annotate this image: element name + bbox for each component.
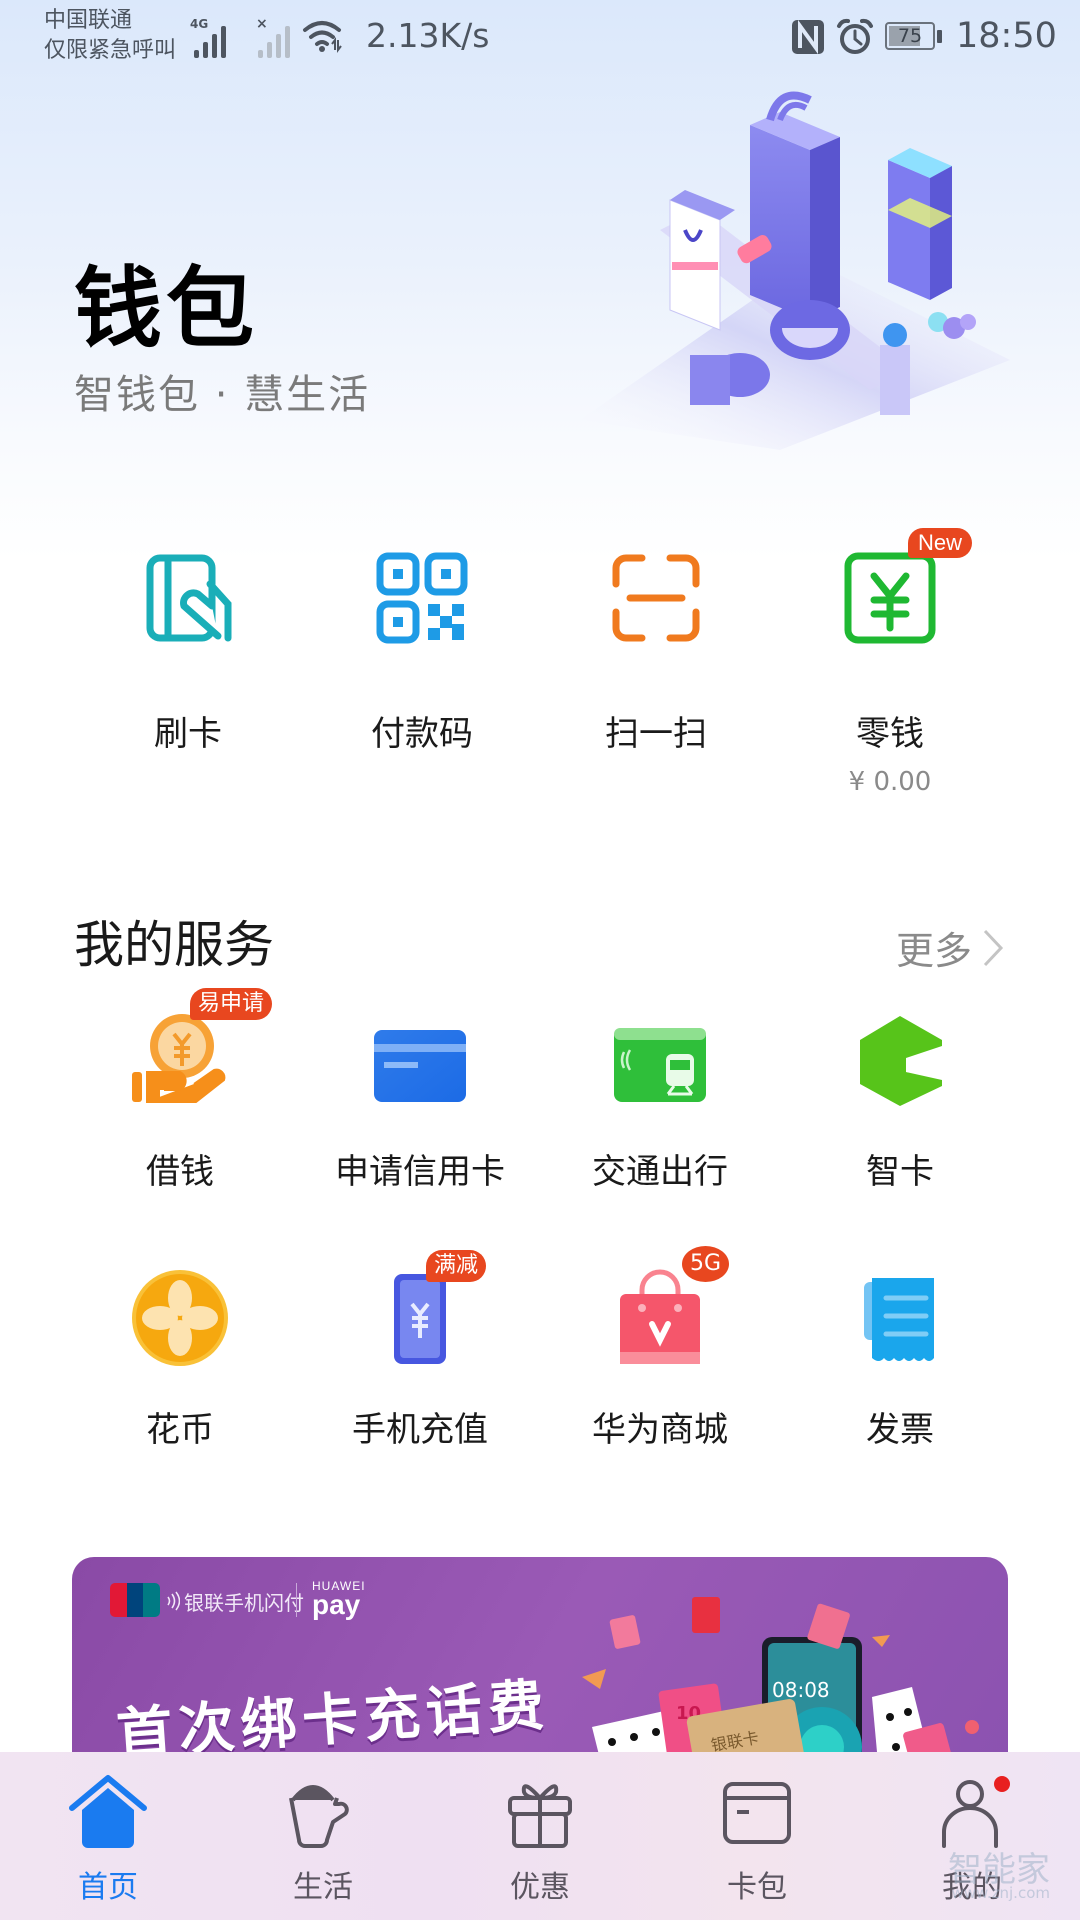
service-label: 申请信用卡	[335, 1152, 505, 1192]
clock: 18:50	[956, 16, 1057, 56]
service-label: 华为商城	[592, 1410, 728, 1450]
section-title-my-services: 我的服务	[74, 916, 274, 974]
unionpay-logo	[110, 1583, 160, 1617]
service-label: 交通出行	[592, 1152, 728, 1192]
contactless-icon	[167, 1591, 180, 1611]
service-smart-card[interactable]: 智卡	[785, 1010, 1015, 1193]
quick-action-label: 零钱	[856, 714, 924, 754]
service-label: 智卡	[866, 1152, 934, 1192]
credit-card-icon	[374, 1030, 466, 1102]
huawei-pay-logo: HUAWEI pay	[312, 1579, 366, 1620]
quick-action-label: 扫一扫	[605, 714, 707, 754]
service-huawei-points[interactable]: 花币	[65, 1268, 295, 1451]
wifi-icon	[303, 21, 342, 53]
no-signal-icon: ×	[256, 16, 290, 58]
new-badge: New	[908, 528, 973, 558]
scan-icon	[612, 554, 700, 642]
card-wallet-icon	[723, 1782, 791, 1844]
5g-badge: 5G	[682, 1246, 730, 1282]
5g-city-illustration	[580, 91, 1010, 450]
watermark-url: www.znj.com	[951, 1884, 1050, 1902]
cup-icon	[289, 1785, 349, 1848]
quick-action-label: 付款码	[371, 714, 473, 754]
battery-level: 75	[897, 25, 923, 47]
nav-label: 优惠	[510, 1870, 570, 1905]
service-phone-topup[interactable]: 满减 手机充值	[305, 1250, 535, 1451]
status-bar: 中国联通 仅限紧急呼叫 4G × 2.13K/s 75 18:50	[0, 0, 1080, 80]
nav-life[interactable]: 生活	[248, 1774, 398, 1906]
nfc-icon	[792, 20, 824, 54]
easy-apply-badge: 易申请	[190, 988, 273, 1020]
phone-topup-icon	[394, 1274, 446, 1364]
transit-card-icon	[614, 1028, 706, 1102]
qr-code-icon	[376, 552, 468, 644]
nav-home[interactable]: 首页	[33, 1774, 183, 1906]
quick-action-swipe-card[interactable]: 刷卡	[88, 548, 288, 755]
discount-badge: 满减	[426, 1250, 487, 1282]
service-label: 花币	[146, 1410, 214, 1450]
service-borrow[interactable]: 易申请 借钱	[65, 988, 295, 1193]
yuan-box-icon	[844, 552, 936, 644]
smart-card-hexagon-icon	[860, 1016, 942, 1106]
page-subtitle: 智钱包 · 慧生活	[74, 372, 371, 418]
nav-label: 卡包	[727, 1870, 787, 1905]
notification-dot	[994, 1776, 1010, 1792]
alarm-icon	[837, 18, 873, 54]
carrier-info: 中国联通 仅限紧急呼叫	[44, 6, 176, 66]
battery-icon: 75	[885, 22, 935, 50]
net-speed: 2.13K/s	[366, 16, 490, 55]
nav-label: 生活	[293, 1870, 353, 1905]
signal-icon: 4G	[190, 17, 226, 58]
chevron-right-icon	[983, 929, 1004, 966]
balance-amount: ¥ 0.00	[848, 767, 932, 797]
service-apply-credit-card[interactable]: 申请信用卡	[305, 1010, 535, 1193]
quick-action-scan[interactable]: 扫一扫	[556, 548, 756, 755]
service-invoice[interactable]: 发票	[785, 1268, 1015, 1451]
coin-hand-icon	[132, 1014, 226, 1103]
flower-coin-icon	[132, 1270, 228, 1366]
service-label: 发票	[866, 1410, 934, 1450]
quick-action-label: 刷卡	[154, 714, 222, 754]
page-title: 钱包	[74, 257, 259, 360]
quick-action-payment-code[interactable]: 付款码	[322, 548, 522, 755]
huawei-pay-big: pay	[312, 1589, 361, 1620]
service-huawei-mall[interactable]: 5G 华为商城	[545, 1246, 775, 1451]
service-label: 借钱	[146, 1152, 214, 1192]
phone-time: 08:08	[772, 1678, 830, 1702]
network-type: 4G	[190, 17, 208, 31]
nav-label: 首页	[78, 1870, 138, 1905]
carrier-name: 中国联通	[44, 8, 133, 33]
carrier-status: 仅限紧急呼叫	[44, 38, 177, 63]
unionpay-quickpass-text: 银联手机闪付	[184, 1591, 304, 1615]
more-label: 更多	[895, 929, 972, 973]
home-icon	[69, 1775, 147, 1848]
nav-offers[interactable]: 优惠	[465, 1774, 615, 1906]
service-transit[interactable]: 交通出行	[545, 1010, 775, 1193]
battery-tip	[937, 30, 942, 43]
invoice-icon	[864, 1278, 934, 1361]
banner-divider	[296, 1583, 297, 1617]
swipe-card-icon	[146, 554, 232, 642]
svg-text:×: ×	[256, 16, 268, 32]
more-services-link[interactable]: 更多	[896, 920, 1004, 975]
nav-card-wallet[interactable]: 卡包	[682, 1774, 832, 1906]
bottom-nav: 首页 生活 优惠 卡包 我的	[0, 1752, 1080, 1920]
quick-action-balance[interactable]: New 零钱 ¥ 0.00	[790, 528, 990, 797]
shopping-bag-icon	[620, 1269, 700, 1364]
service-label: 手机充值	[352, 1410, 488, 1450]
gift-icon	[508, 1784, 572, 1848]
